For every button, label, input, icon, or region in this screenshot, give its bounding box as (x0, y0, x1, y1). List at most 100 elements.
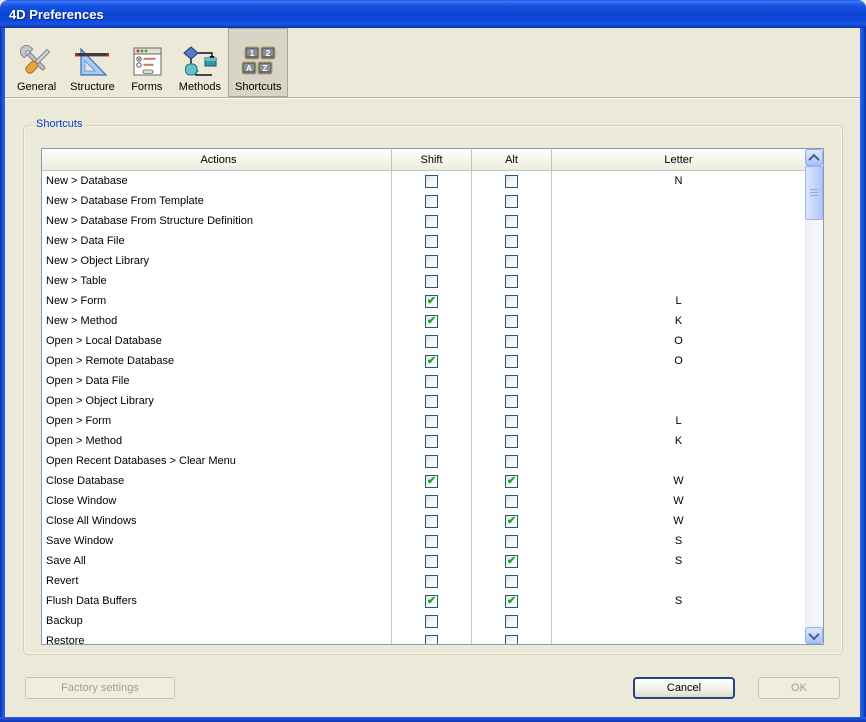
letter-cell[interactable]: O (552, 331, 805, 351)
shift-checkbox[interactable] (425, 495, 438, 508)
scroll-up-button[interactable] (805, 149, 823, 166)
table-row[interactable]: New > Database From Template (42, 191, 805, 211)
factory-settings-button[interactable]: Factory settings (25, 677, 175, 699)
shift-checkbox[interactable] (425, 275, 438, 288)
alt-checkbox[interactable] (505, 575, 518, 588)
letter-cell[interactable] (552, 631, 805, 644)
table-row[interactable]: Open > Object Library (42, 391, 805, 411)
letter-cell[interactable] (552, 371, 805, 391)
letter-cell[interactable] (552, 211, 805, 231)
alt-checkbox[interactable]: ✔ (505, 515, 518, 528)
alt-checkbox[interactable] (505, 355, 518, 368)
table-row[interactable]: Open > Remote Database✔O (42, 351, 805, 371)
toolbar-item-structure[interactable]: Structure (63, 28, 122, 97)
alt-checkbox[interactable] (505, 315, 518, 328)
table-row[interactable]: New > Data File (42, 231, 805, 251)
shift-checkbox[interactable] (425, 375, 438, 388)
table-row[interactable]: New > Database From Structure Definition (42, 211, 805, 231)
letter-cell[interactable]: S (552, 531, 805, 551)
table-row[interactable]: Close WindowW (42, 491, 805, 511)
alt-checkbox[interactable] (505, 455, 518, 468)
letter-cell[interactable] (552, 231, 805, 251)
alt-checkbox[interactable]: ✔ (505, 595, 518, 608)
alt-checkbox[interactable] (505, 535, 518, 548)
alt-checkbox[interactable] (505, 635, 518, 645)
table-row[interactable]: Restore (42, 631, 805, 644)
letter-cell[interactable] (552, 611, 805, 631)
alt-checkbox[interactable] (505, 335, 518, 348)
table-row[interactable]: Open Recent Databases > Clear Menu (42, 451, 805, 471)
alt-checkbox[interactable] (505, 615, 518, 628)
table-row[interactable]: Open > MethodK (42, 431, 805, 451)
shift-checkbox[interactable]: ✔ (425, 295, 438, 308)
alt-checkbox[interactable] (505, 195, 518, 208)
shift-checkbox[interactable] (425, 415, 438, 428)
letter-cell[interactable]: S (552, 591, 805, 611)
table-row[interactable]: New > Form✔L (42, 291, 805, 311)
table-row[interactable]: New > Table (42, 271, 805, 291)
shift-checkbox[interactable] (425, 215, 438, 228)
shift-checkbox[interactable] (425, 195, 438, 208)
shift-checkbox[interactable] (425, 255, 438, 268)
alt-checkbox[interactable] (505, 295, 518, 308)
alt-checkbox[interactable] (505, 415, 518, 428)
shift-checkbox[interactable] (425, 235, 438, 248)
table-row[interactable]: Close Database✔✔W (42, 471, 805, 491)
shift-checkbox[interactable] (425, 535, 438, 548)
toolbar-item-general[interactable]: General (10, 28, 63, 97)
letter-cell[interactable] (552, 271, 805, 291)
letter-cell[interactable]: K (552, 311, 805, 331)
letter-cell[interactable]: K (552, 431, 805, 451)
table-row[interactable]: Save All✔S (42, 551, 805, 571)
alt-checkbox[interactable] (505, 255, 518, 268)
shift-checkbox[interactable] (425, 455, 438, 468)
ok-button[interactable]: OK (758, 677, 840, 699)
alt-checkbox[interactable]: ✔ (505, 475, 518, 488)
alt-checkbox[interactable] (505, 435, 518, 448)
table-row[interactable]: New > DatabaseN (42, 171, 805, 191)
scroll-down-button[interactable] (805, 627, 823, 644)
table-row[interactable]: Open > Local DatabaseO (42, 331, 805, 351)
table-row[interactable]: Save WindowS (42, 531, 805, 551)
table-row[interactable]: Flush Data Buffers✔✔S (42, 591, 805, 611)
table-row[interactable]: New > Object Library (42, 251, 805, 271)
letter-cell[interactable]: W (552, 511, 805, 531)
shift-checkbox[interactable]: ✔ (425, 595, 438, 608)
alt-checkbox[interactable] (505, 235, 518, 248)
alt-checkbox[interactable]: ✔ (505, 555, 518, 568)
toolbar-item-shortcuts[interactable]: 1 2 A Z Shortcuts (228, 28, 288, 97)
letter-cell[interactable] (552, 191, 805, 211)
table-row[interactable]: Revert (42, 571, 805, 591)
letter-cell[interactable] (552, 391, 805, 411)
table-row[interactable]: Close All Windows✔W (42, 511, 805, 531)
alt-checkbox[interactable] (505, 275, 518, 288)
letter-cell[interactable]: S (552, 551, 805, 571)
toolbar-item-methods[interactable]: Methods (172, 28, 228, 97)
letter-cell[interactable]: W (552, 471, 805, 491)
shift-checkbox[interactable]: ✔ (425, 475, 438, 488)
shift-checkbox[interactable] (425, 395, 438, 408)
table-row[interactable]: Backup (42, 611, 805, 631)
table-row[interactable]: New > Method✔K (42, 311, 805, 331)
title-bar[interactable]: 4D Preferences (0, 0, 866, 28)
alt-checkbox[interactable] (505, 375, 518, 388)
shift-checkbox[interactable]: ✔ (425, 315, 438, 328)
shift-checkbox[interactable] (425, 615, 438, 628)
scrollbar-thumb[interactable] (805, 166, 823, 220)
scrollbar-track[interactable] (805, 166, 823, 627)
alt-checkbox[interactable] (505, 175, 518, 188)
shift-checkbox[interactable] (425, 515, 438, 528)
table-row[interactable]: Open > Data File (42, 371, 805, 391)
alt-checkbox[interactable] (505, 215, 518, 228)
cancel-button[interactable]: Cancel (633, 677, 735, 699)
shift-checkbox[interactable] (425, 435, 438, 448)
shift-checkbox[interactable]: ✔ (425, 355, 438, 368)
shift-checkbox[interactable] (425, 175, 438, 188)
letter-cell[interactable]: L (552, 291, 805, 311)
letter-cell[interactable]: L (552, 411, 805, 431)
shift-checkbox[interactable] (425, 335, 438, 348)
letter-cell[interactable]: N (552, 171, 805, 191)
letter-cell[interactable] (552, 571, 805, 591)
shift-checkbox[interactable] (425, 555, 438, 568)
table-row[interactable]: Open > FormL (42, 411, 805, 431)
